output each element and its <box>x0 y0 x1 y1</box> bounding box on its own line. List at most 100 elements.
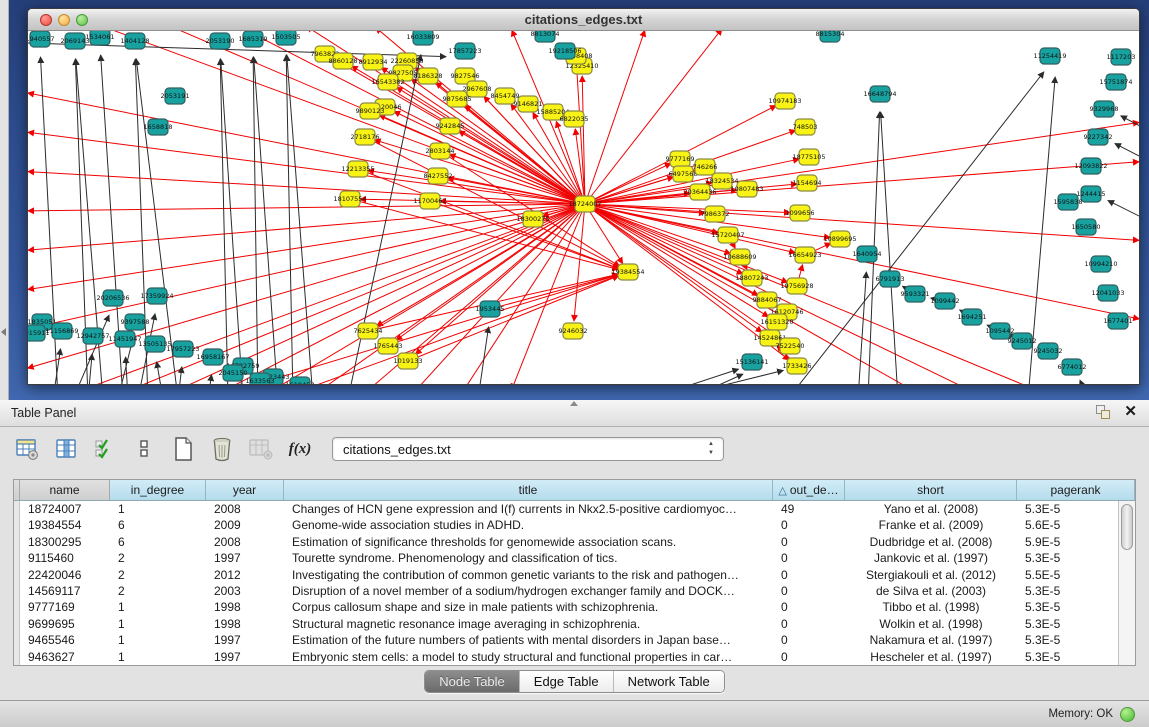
graph-node-18107554[interactable]: 18107554 <box>333 191 366 207</box>
graph-node-8912934[interactable]: 8912934 <box>359 54 388 70</box>
graph-node-12942757[interactable]: 12942757 <box>76 328 109 344</box>
graph-node-9397588[interactable]: 9397588 <box>121 314 150 330</box>
table-row[interactable]: 946554611997Estimation of the future num… <box>14 632 1135 648</box>
new-table-icon[interactable] <box>170 436 196 462</box>
graph-node-1640954[interactable]: 1640954 <box>853 246 882 262</box>
tab-network-table[interactable]: Network Table <box>614 671 724 692</box>
graph-node-9245032[interactable]: 9245032 <box>1034 343 1063 359</box>
graph-node-1404128[interactable]: 1404128 <box>121 33 150 49</box>
graph-node-2718176[interactable]: 2718176 <box>351 129 380 145</box>
graph-node-17857223[interactable]: 17857223 <box>448 43 481 59</box>
splitter-grip-icon[interactable] <box>570 401 578 406</box>
graph-node-2053190[interactable]: 2053190 <box>206 33 235 49</box>
delete-table-icon[interactable] <box>209 436 235 462</box>
graph-node-1733426[interactable]: 1733426 <box>783 358 812 374</box>
graph-node-9875685[interactable]: 9875685 <box>443 91 472 107</box>
table-row[interactable]: 911546021997Tourette syndrome. Phenomeno… <box>14 550 1135 566</box>
graph-node-9227342[interactable]: 9227342 <box>1084 129 1113 145</box>
table-row[interactable]: 1830029562008Estimation of significance … <box>14 534 1135 550</box>
graph-node-1503505[interactable]: 1503505 <box>272 31 301 45</box>
table-row[interactable]: 2242004622012Investigating the contribut… <box>14 567 1135 583</box>
graph-node-1940557[interactable]: 1940557 <box>28 31 54 47</box>
table-row[interactable]: 1872400712008Changes of HCN gene express… <box>14 501 1135 517</box>
graph-node-1658818[interactable]: 1658818 <box>144 119 173 135</box>
graph-node-1154694[interactable]: 1154694 <box>793 175 822 191</box>
column-visibility-icon[interactable] <box>53 436 79 462</box>
graph-node-7625434[interactable]: 7625434 <box>354 323 383 339</box>
tab-node-table[interactable]: Node Table <box>425 671 520 692</box>
graph-node-9242845[interactable]: 9242845 <box>436 118 465 134</box>
graph-node-2053191[interactable]: 2053191 <box>161 88 190 104</box>
graph-node-19756928[interactable]: 19756928 <box>780 278 813 294</box>
graph-node-9890123[interactable]: 9890123 <box>356 103 385 119</box>
column-header-year[interactable]: year <box>206 480 284 500</box>
graph-node-8813074[interactable]: 8813074 <box>531 31 560 42</box>
graph-node-2045150[interactable]: 2045150 <box>219 365 248 381</box>
graph-node-1677401[interactable]: 1677401 <box>1104 313 1133 329</box>
network-window-titlebar[interactable]: citations_edges.txt <box>28 9 1139 31</box>
graph-node-9777169[interactable]: 9777169 <box>666 151 695 167</box>
column-header-title[interactable]: title <box>284 480 773 500</box>
graph-node-15136141[interactable]: 15136141 <box>735 354 768 370</box>
graph-node-17359924[interactable]: 17359924 <box>140 288 173 304</box>
graph-node-1099442[interactable]: 1099442 <box>931 293 960 309</box>
graph-node-1619453[interactable]: 1619453 <box>286 377 315 384</box>
graph-node-1534061[interactable]: 1534061 <box>86 31 115 45</box>
table-settings-icon[interactable] <box>14 436 40 462</box>
graph-node-8815304[interactable]: 8815304 <box>816 31 845 42</box>
graph-node-7986372[interactable]: 7986372 <box>701 206 730 222</box>
graph-node-16648794[interactable]: 16648794 <box>863 86 896 102</box>
float-panel-icon[interactable] <box>1096 405 1110 419</box>
graph-node-8427552[interactable]: 8427552 <box>424 168 453 184</box>
graph-node-1685319[interactable]: 1685319 <box>239 31 268 47</box>
tab-edge-table[interactable]: Edge Table <box>520 671 614 692</box>
graph-node-6774012[interactable]: 6774012 <box>1058 359 1087 375</box>
graph-node-2803144[interactable]: 2803144 <box>426 143 455 159</box>
row-checklist-icon[interactable] <box>92 436 118 462</box>
graph-node-15751874[interactable]: 15751874 <box>1099 74 1132 90</box>
table-row[interactable]: 969969511998Structural magnetic resonanc… <box>14 616 1135 632</box>
column-header-name[interactable]: name <box>20 480 110 500</box>
table-panel-header[interactable]: Table Panel ✕ <box>0 400 1149 427</box>
graph-node-1765443[interactable]: 1765443 <box>374 338 403 354</box>
graph-node-10994210[interactable]: 10994210 <box>1084 256 1117 272</box>
graph-node-6791913[interactable]: 6791913 <box>876 271 905 287</box>
graph-node-1099656[interactable]: 1099656 <box>786 205 815 221</box>
graph-node-12093822[interactable]: 12093822 <box>1074 158 1107 174</box>
scrollbar-thumb[interactable] <box>1121 504 1133 550</box>
graph-node-6822035[interactable]: 6822035 <box>560 111 589 127</box>
graph-node-1953445[interactable]: 1953445 <box>476 301 505 317</box>
graph-node-8860128[interactable]: 8860128 <box>329 53 358 69</box>
graph-node-12041033[interactable]: 12041033 <box>1091 285 1124 301</box>
network-view-window[interactable]: citations_edges.txt 79638228860128891293… <box>27 8 1140 385</box>
graph-node-1117203[interactable]: 1117203 <box>1107 49 1136 65</box>
graph-node-748503[interactable]: 748503 <box>793 119 818 135</box>
graph-node-746266[interactable]: 746266 <box>693 159 718 175</box>
row-height-icon[interactable] <box>131 436 157 462</box>
panel-collapse-arrow-icon[interactable] <box>1 328 6 336</box>
table-row[interactable]: 946362711997Embryonic stem cells: a mode… <box>14 649 1135 665</box>
table-selector-combobox[interactable]: citations_edges.txt ▲▼ <box>332 437 724 461</box>
column-header-pagerank[interactable]: pagerank <box>1017 480 1135 500</box>
graph-node-1595838[interactable]: 1595838 <box>1054 194 1083 210</box>
column-header-out_de…[interactable]: △out_de… <box>773 480 845 500</box>
network-canvas[interactable]: 7963822886012889129342226085898275051654… <box>28 31 1139 384</box>
graph-node-9246032[interactable]: 9246032 <box>559 323 588 339</box>
table-row[interactable]: 1938455462009Genome-wide association stu… <box>14 517 1135 533</box>
close-panel-icon[interactable]: ✕ <box>1124 405 1137 419</box>
graph-node-9245012[interactable]: 9245012 <box>1008 333 1037 349</box>
graph-node-1650580[interactable]: 1650580 <box>1072 219 1101 235</box>
table-row[interactable]: 977716911998Corpus callosum shape and si… <box>14 599 1135 615</box>
function-builder-icon[interactable]: f(x) <box>287 436 313 462</box>
graph-node-9329968[interactable]: 9329968 <box>1090 101 1119 117</box>
column-header-short[interactable]: short <box>845 480 1017 500</box>
graph-node-7522540[interactable]: 7522540 <box>776 338 805 354</box>
vertical-scrollbar[interactable] <box>1118 501 1135 665</box>
graph-node-15720407[interactable]: 15720407 <box>711 227 744 243</box>
graph-node-8186328[interactable]: 8186328 <box>414 68 443 84</box>
column-header-in_degree[interactable]: in_degree <box>110 480 206 500</box>
graph-node-20206536[interactable]: 20206536 <box>96 290 129 306</box>
graph-node-11451947[interactable]: 11451947 <box>108 331 141 347</box>
graph-node-18775105[interactable]: 18775105 <box>792 149 825 165</box>
graph-node-1694251[interactable]: 1694251 <box>958 309 987 325</box>
